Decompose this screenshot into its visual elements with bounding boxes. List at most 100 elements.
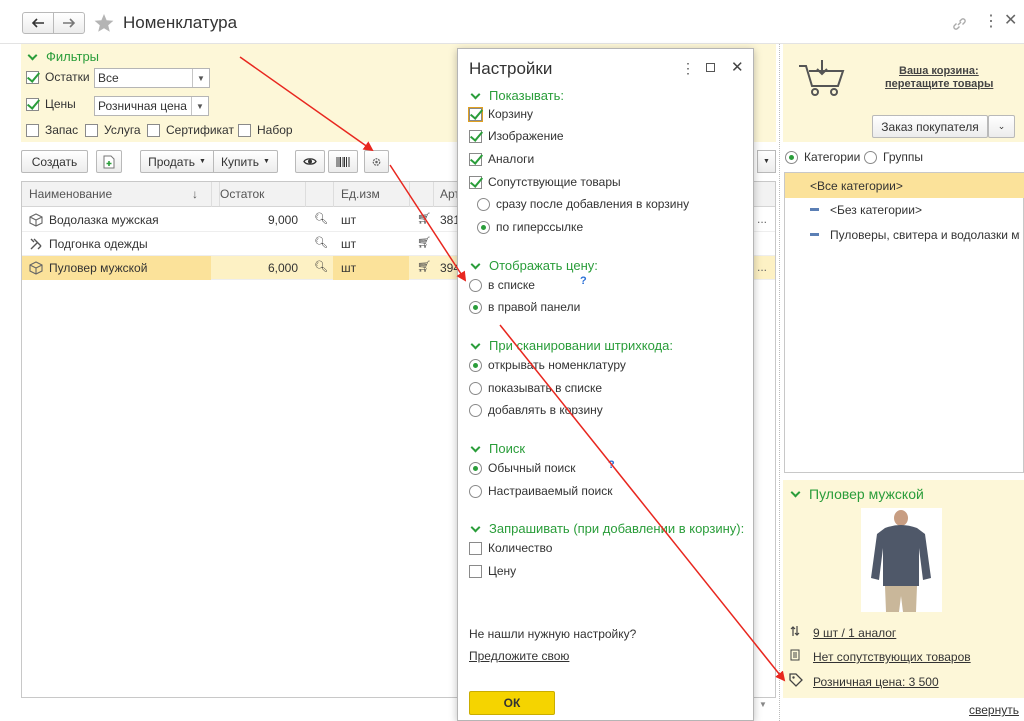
filter-ostatki[interactable]: Остатки — [26, 70, 90, 84]
product-header[interactable]: Пуловер мужской — [790, 486, 924, 502]
link-icon[interactable] — [952, 17, 967, 31]
ask-quantity-option[interactable]: Количество — [469, 541, 552, 555]
usluga-checkbox[interactable] — [85, 123, 98, 137]
search-custom-radio[interactable] — [469, 484, 482, 498]
filter-sertifikat[interactable]: Сертификат — [147, 123, 234, 137]
search-icon[interactable]: 🔍︎ — [314, 260, 328, 273]
filters-header[interactable]: Фильтры — [27, 49, 99, 64]
ceny-checkbox[interactable] — [26, 97, 39, 111]
related-after-add-option[interactable]: сразу после добавления в корзину — [477, 197, 689, 211]
ask-section-header[interactable]: Запрашивать (при добавлении в корзину): — [470, 521, 744, 536]
sertifikat-checkbox[interactable] — [147, 123, 160, 137]
close-icon[interactable]: ✕ — [731, 58, 744, 76]
cart-icon[interactable]: 🛒︎ — [417, 260, 431, 273]
show-section-header[interactable]: Показывать: — [470, 88, 564, 103]
column-header-name[interactable]: Наименование — [29, 182, 209, 206]
sell-button[interactable]: Продать ▼ — [140, 150, 214, 173]
category-label[interactable]: Пуловеры, свитера и водолазки муж — [830, 228, 1020, 242]
scan-show-option[interactable]: показывать в списке — [469, 381, 602, 395]
show-analogs-checkbox[interactable] — [469, 152, 482, 166]
more-menu-icon[interactable]: ⋮ — [983, 14, 999, 30]
groups-radio[interactable] — [864, 150, 877, 164]
show-image-option[interactable]: Изображение — [469, 129, 564, 143]
show-related-checkbox[interactable] — [469, 175, 482, 189]
help-icon[interactable]: ? — [608, 459, 615, 471]
product-image[interactable] — [861, 508, 942, 612]
price-link[interactable]: Розничная цена: 3 500 — [813, 675, 939, 689]
more-actions-button[interactable]: ▼ — [757, 150, 776, 173]
dialog-menu-icon[interactable]: ⋮ — [681, 60, 695, 77]
ceny-select[interactable]: Розничная цена ▼ — [94, 96, 209, 116]
price-in-panel-radio[interactable] — [469, 300, 482, 314]
related-link[interactable]: Нет сопутствующих товаров — [813, 650, 971, 664]
view-button[interactable] — [295, 150, 325, 173]
scan-add-radio[interactable] — [469, 403, 482, 417]
price-section-header[interactable]: Отображать цену: — [470, 258, 598, 273]
settings-button[interactable] — [364, 150, 389, 173]
ask-quantity-checkbox[interactable] — [469, 541, 482, 555]
scroll-down-arrow[interactable]: ▼ — [759, 700, 767, 709]
column-header-qty[interactable]: Остаток — [219, 182, 299, 206]
back-button[interactable] — [22, 12, 54, 34]
search-icon[interactable]: 🔍︎ — [314, 212, 328, 225]
price-in-list-option[interactable]: в списке — [469, 278, 535, 292]
scan-section-header[interactable]: При сканировании штрихкода: — [470, 338, 673, 353]
ostatki-checkbox[interactable] — [26, 70, 39, 84]
forward-button[interactable] — [53, 12, 85, 34]
copy-button[interactable] — [96, 150, 122, 173]
suggest-link[interactable]: Предложите свою — [469, 649, 569, 663]
mode-groups[interactable]: Группы — [864, 150, 923, 164]
dialog-title: Настройки — [469, 59, 553, 78]
ask-price-checkbox[interactable] — [469, 564, 482, 578]
related-hyperlink-option[interactable]: по гиперссылке — [477, 220, 583, 234]
cart-title[interactable]: Ваша корзина: — [899, 65, 979, 77]
search-custom-option[interactable]: Настраиваемый поиск — [469, 484, 613, 498]
show-cart-checkbox[interactable] — [468, 106, 483, 122]
order-dropdown-button[interactable]: ⌄ — [988, 115, 1015, 138]
related-hyperlink-radio[interactable] — [477, 220, 490, 234]
search-icon[interactable]: 🔍︎ — [314, 236, 328, 249]
category-label[interactable]: <Без категории> — [830, 203, 922, 217]
scan-show-radio[interactable] — [469, 381, 482, 395]
cart-subtitle[interactable]: перетащите товары — [885, 78, 993, 90]
help-icon[interactable]: ? — [580, 275, 587, 287]
filter-nabor[interactable]: Набор — [238, 123, 293, 137]
show-image-checkbox[interactable] — [469, 129, 482, 143]
filter-zapas[interactable]: Запас — [26, 123, 78, 137]
scan-open-option[interactable]: открывать номенклатуру — [469, 358, 626, 372]
barcode-button[interactable] — [328, 150, 358, 173]
buy-button[interactable]: Купить ▼ — [213, 150, 278, 173]
collapse-link[interactable]: свернуть — [969, 703, 1019, 717]
create-button[interactable]: Создать — [21, 150, 88, 173]
column-header-unit[interactable]: Ед.изм — [341, 182, 411, 206]
cart-icon[interactable]: 🛒︎ — [417, 236, 431, 249]
related-after-add-radio[interactable] — [477, 197, 490, 211]
dropdown-arrow-icon[interactable]: ▼ — [191, 97, 208, 115]
search-normal-radio[interactable] — [469, 461, 482, 475]
scan-open-radio[interactable] — [469, 358, 482, 372]
price-in-list-radio[interactable] — [469, 278, 482, 292]
show-analogs-option[interactable]: Аналоги — [469, 152, 534, 166]
categories-radio[interactable] — [785, 150, 798, 164]
filter-ceny[interactable]: Цены — [26, 97, 76, 111]
mode-categories[interactable]: Категории — [785, 150, 860, 164]
zapas-checkbox[interactable] — [26, 123, 39, 137]
search-section-header[interactable]: Поиск — [470, 441, 525, 456]
order-button[interactable]: Заказ покупателя — [872, 115, 988, 138]
maximize-icon[interactable] — [706, 63, 715, 72]
ostatki-select[interactable]: Все ▼ — [94, 68, 210, 88]
nabor-checkbox[interactable] — [238, 123, 251, 137]
close-window-icon[interactable]: ✕ — [1004, 13, 1017, 29]
analogs-link[interactable]: 9 шт / 1 аналог — [813, 626, 896, 640]
scan-add-option[interactable]: добавлять в корзину — [469, 403, 603, 417]
ask-price-option[interactable]: Цену — [469, 564, 516, 578]
show-related-option[interactable]: Сопутствующие товары — [469, 175, 621, 189]
search-normal-option[interactable]: Обычный поиск — [469, 461, 576, 475]
cart-icon[interactable]: 🛒︎ — [417, 212, 431, 225]
price-in-panel-option[interactable]: в правой панели — [469, 300, 580, 314]
show-cart-option[interactable]: Корзину — [468, 106, 533, 122]
dropdown-arrow-icon[interactable]: ▼ — [192, 69, 209, 87]
ok-button[interactable]: ОК — [469, 691, 555, 715]
star-icon[interactable] — [94, 14, 114, 33]
filter-usluga[interactable]: Услуга — [85, 123, 141, 137]
